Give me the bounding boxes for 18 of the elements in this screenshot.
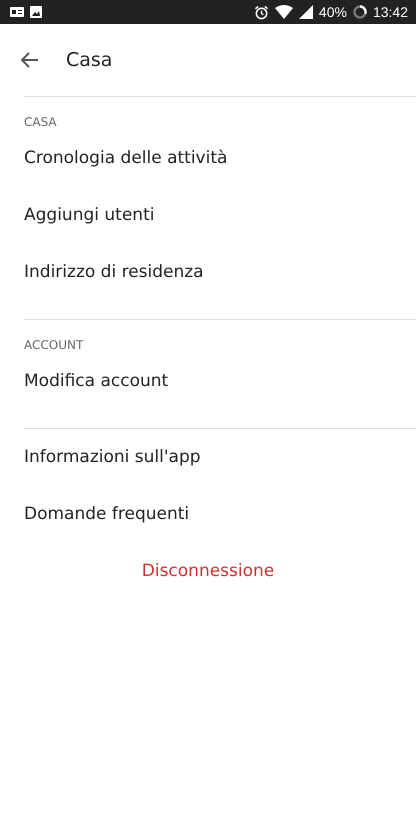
page-title: Casa xyxy=(66,49,112,71)
menu-item[interactable]: Domande frequenti xyxy=(24,486,190,543)
clock: 13:42 xyxy=(372,4,408,20)
logout-button[interactable]: Disconnessione xyxy=(138,543,278,600)
menu-item[interactable]: Indirizzo di residenza xyxy=(24,244,204,301)
section-header: CASA xyxy=(24,115,57,129)
notification-icon xyxy=(10,7,24,17)
alarm-icon xyxy=(254,4,269,20)
menu-item[interactable]: Modifica account xyxy=(24,353,168,410)
menu-item[interactable]: Informazioni sull'app xyxy=(24,429,201,486)
menu-item[interactable]: Aggiungi utenti xyxy=(24,187,154,244)
battery-percent: 40% xyxy=(318,4,347,20)
image-icon xyxy=(30,6,42,18)
battery-icon xyxy=(352,5,367,19)
wifi-icon xyxy=(274,5,293,19)
signal-icon xyxy=(298,5,313,19)
section-header: ACCOUNT xyxy=(24,338,84,352)
menu-item[interactable]: Cronologia delle attività xyxy=(24,130,228,187)
